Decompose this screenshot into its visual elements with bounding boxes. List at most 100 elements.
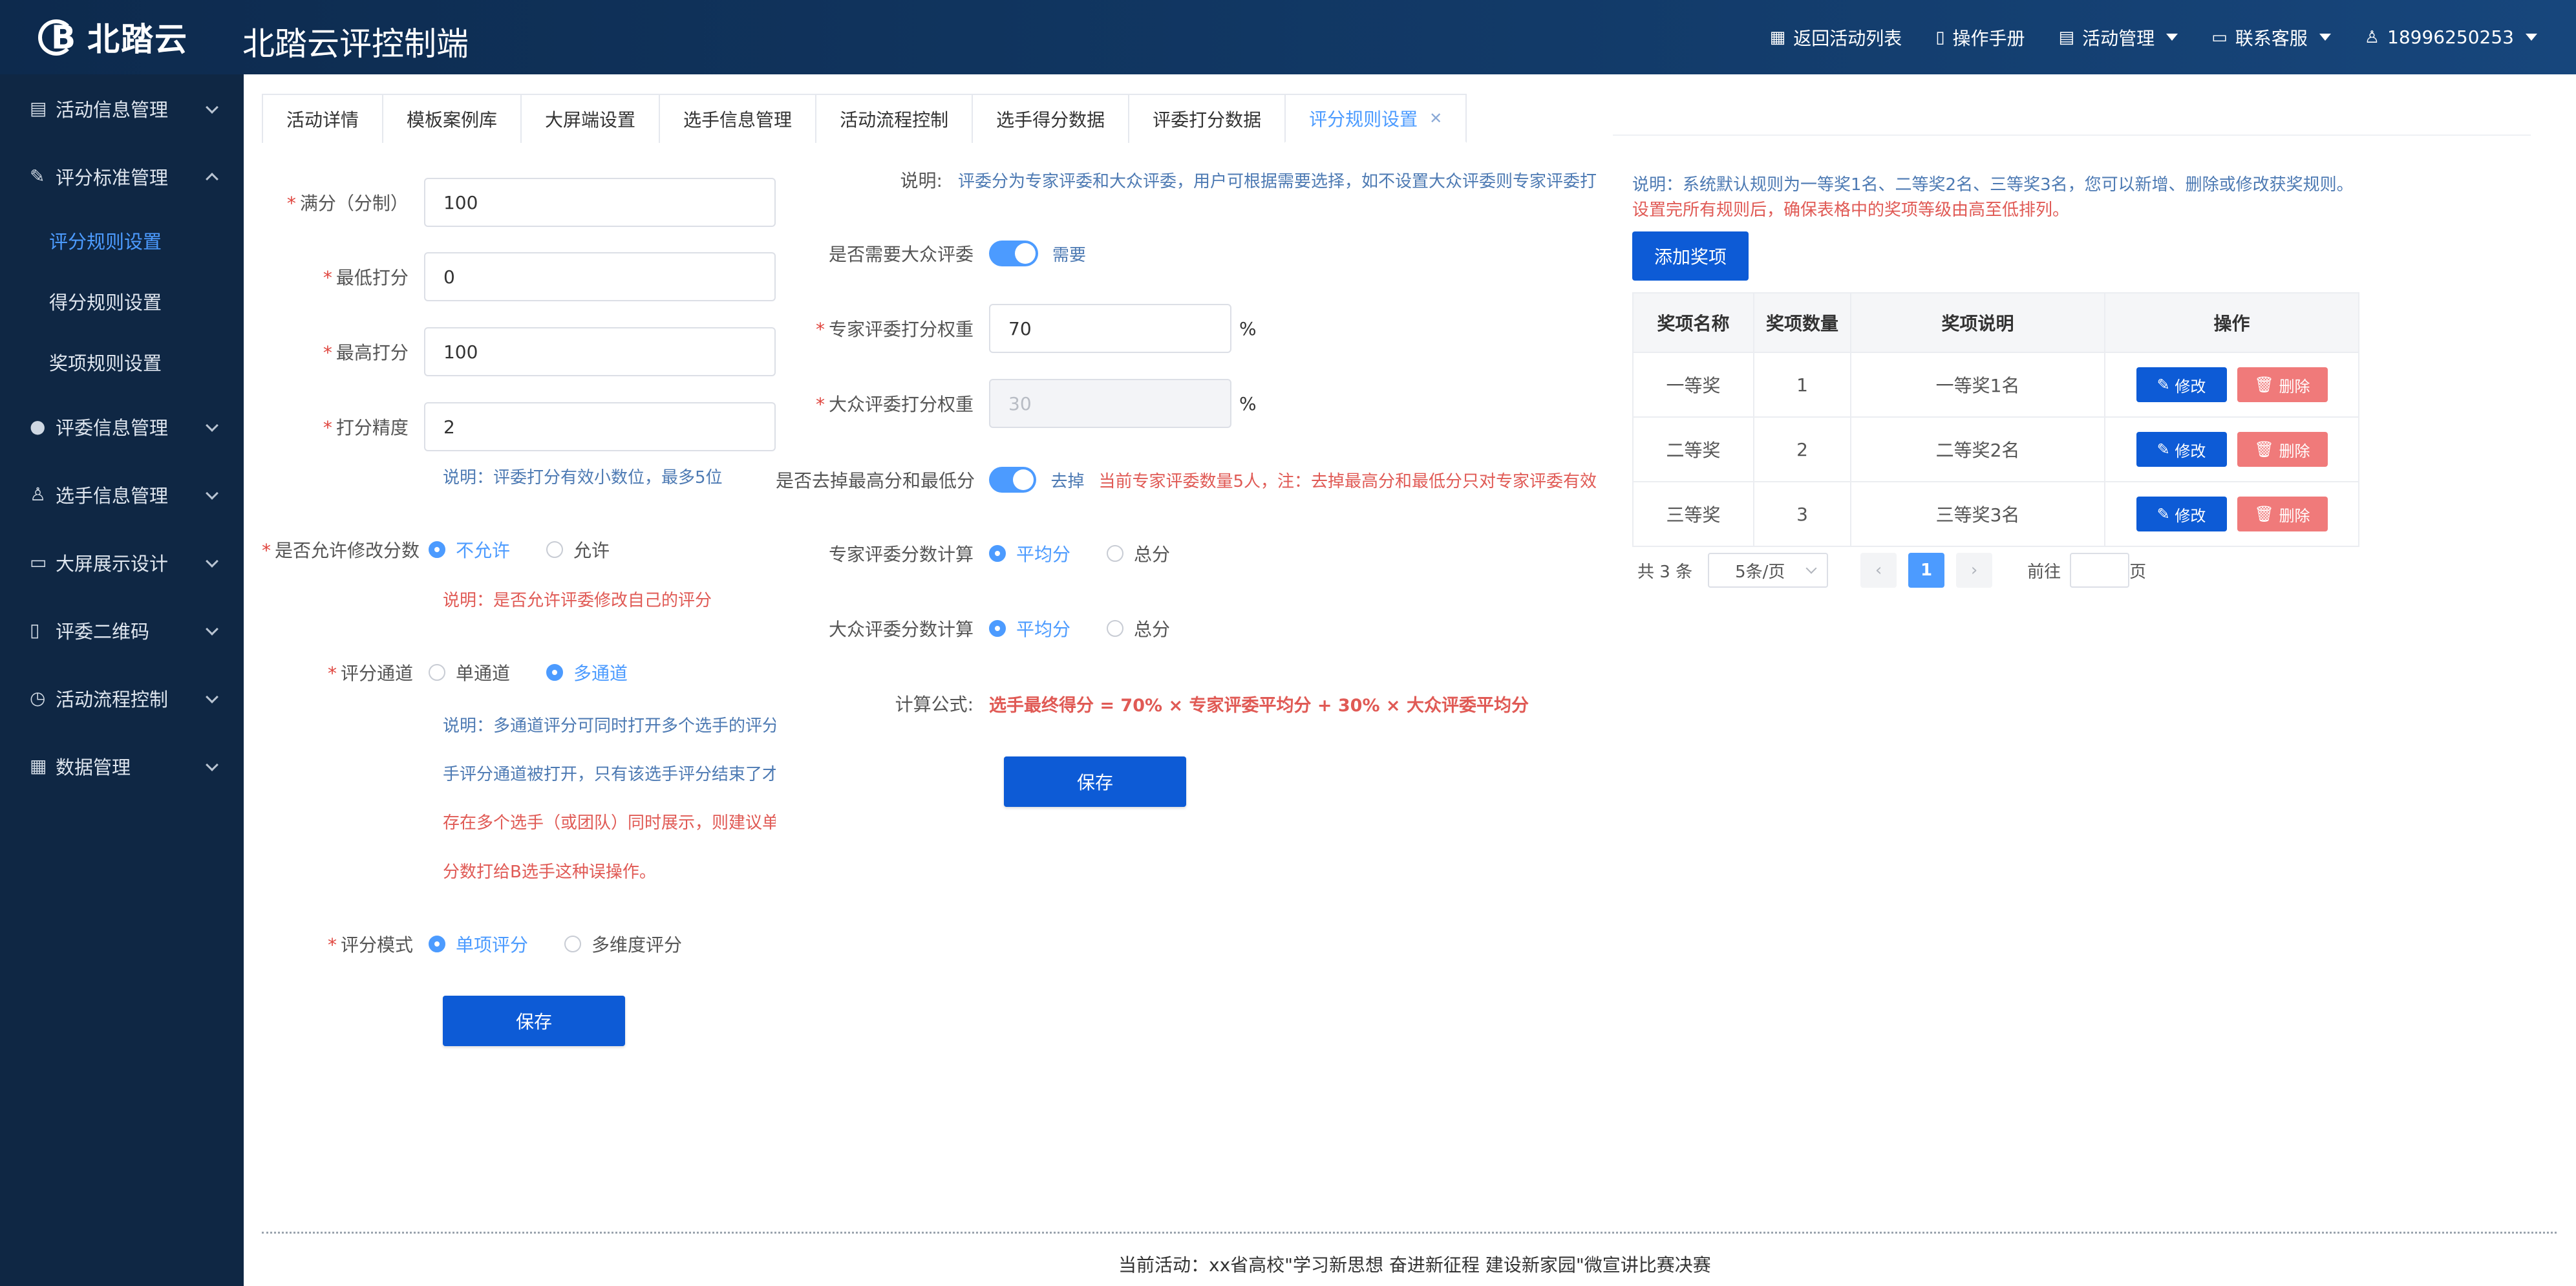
save-judge-settings-button[interactable]: 保存 bbox=[1004, 756, 1186, 807]
tab-template-library[interactable]: 模板案例库 bbox=[382, 94, 522, 143]
add-prize-button[interactable]: 添加奖项 bbox=[1632, 231, 1749, 281]
sidebar-subitem-score-rules[interactable]: 评分规则设置 bbox=[0, 210, 244, 271]
radio-disallow-edit[interactable]: 不允许 bbox=[429, 537, 510, 563]
edit-icon: ✎ bbox=[2156, 505, 2175, 523]
sidebar-item-label: 评委信息管理 bbox=[56, 416, 169, 439]
tab-score-rules[interactable]: 评分规则设置 ✕ bbox=[1284, 94, 1467, 143]
tab-player-info[interactable]: 选手信息管理 bbox=[659, 94, 817, 143]
save-score-settings-button[interactable]: 保存 bbox=[443, 996, 625, 1046]
alarm-icon: ◷ bbox=[30, 687, 46, 709]
expert-weight-input[interactable]: 70 bbox=[989, 304, 1231, 353]
remove-extremes-toggle[interactable] bbox=[989, 467, 1037, 493]
chevron-down-icon bbox=[206, 419, 218, 432]
sidebar-item-score-standard[interactable]: ✎ 评分标准管理 bbox=[0, 142, 244, 210]
chevron-down-icon bbox=[206, 691, 218, 703]
sidebar-item-data-manage[interactable]: ▦ 数据管理 bbox=[0, 732, 244, 800]
sidebar-subitem-points-rules[interactable]: 得分规则设置 bbox=[0, 271, 244, 332]
prize-rules-panel: 说明：系统默认规则为一等奖1名、二等奖2名、三等奖3名，您可以新增、删除或修改获… bbox=[1632, 168, 2537, 621]
logo[interactable]: B 北踏云 bbox=[36, 14, 188, 59]
chevron-right-icon: › bbox=[1970, 561, 1978, 580]
chevron-down-icon bbox=[206, 555, 218, 568]
sidebar-item-judge-info[interactable]: ● 评委信息管理 bbox=[0, 392, 244, 460]
prize-count: 3 bbox=[1753, 481, 1851, 547]
radio-public-total[interactable]: 总分 bbox=[1107, 616, 1170, 641]
sidebar-item-activity-info[interactable]: ▤ 活动信息管理 bbox=[0, 74, 244, 142]
full-score-input[interactable]: 100 bbox=[423, 178, 776, 227]
radio-expert-average[interactable]: 平均分 bbox=[989, 541, 1070, 566]
formula-text: 选手最终得分 = 70% × 专家评委平均分 + 30% × 大众评委平均分 bbox=[989, 695, 1529, 716]
next-page-button[interactable]: › bbox=[1956, 553, 1993, 588]
prize-desc: 三等奖3名 bbox=[1850, 481, 2105, 547]
need-public-toggle[interactable] bbox=[989, 241, 1038, 266]
edit-button[interactable]: ✎ 修改 bbox=[2136, 367, 2227, 402]
min-score-label: * 最低打分 bbox=[323, 267, 409, 288]
expert-weight-label: * 专家评委打分权重 bbox=[815, 319, 974, 340]
edit-button[interactable]: ✎ 修改 bbox=[2136, 497, 2227, 531]
column-header: 奖项名称 bbox=[1632, 292, 1754, 353]
app-title: 北踏云评控制端 bbox=[242, 25, 469, 63]
nav-label: 18996250253 bbox=[2387, 27, 2514, 48]
chat-icon: ▭ bbox=[2211, 27, 2228, 47]
full-score-label: * 满分（分制） bbox=[286, 193, 409, 214]
tab-judge-scores[interactable]: 评委打分数据 bbox=[1128, 94, 1286, 143]
document-icon: ▤ bbox=[30, 98, 47, 119]
delete-button[interactable]: 🗑 删除 bbox=[2237, 497, 2328, 531]
trash-icon: 🗑 bbox=[2254, 376, 2279, 394]
sidebar-item-judge-qrcode[interactable]: ▯ 评委二维码 bbox=[0, 596, 244, 664]
edit-icon: ✎ bbox=[2156, 376, 2175, 394]
delete-button[interactable]: 🗑 删除 bbox=[2237, 367, 2328, 402]
sidebar-item-player-info[interactable]: ♙ 选手信息管理 bbox=[0, 460, 244, 528]
nav-activity-manage[interactable]: ▤ 活动管理 bbox=[2059, 25, 2178, 50]
nav-contact-support[interactable]: ▭ 联系客服 bbox=[2211, 25, 2331, 50]
expert-weight-row: * 专家评委打分权重 70 % bbox=[776, 304, 1597, 353]
edit-icon: ✎ bbox=[2156, 440, 2175, 458]
close-icon[interactable]: ✕ bbox=[1429, 109, 1442, 127]
radio-single-item-score[interactable]: 单项评分 bbox=[429, 931, 528, 957]
allow-edit-note: 说明：是否允许评委修改自己的评分 bbox=[443, 591, 712, 610]
caret-down-icon bbox=[2319, 34, 2331, 41]
page-size-select[interactable]: 5条/页 bbox=[1708, 553, 1829, 588]
sidebar-item-flow-control[interactable]: ◷ 活动流程控制 bbox=[0, 664, 244, 732]
column-header: 操作 bbox=[2104, 292, 2359, 353]
sidebar-subitem-award-rules[interactable]: 奖项规则设置 bbox=[0, 332, 244, 392]
judge-settings-form: 说明: 评委分为专家评委和大众评委，用户可根据需要选择，如不设置大众评委则专家评… bbox=[776, 162, 1597, 873]
sidebar-item-screen-design[interactable]: ▭ 大屏展示设计 bbox=[0, 528, 244, 596]
radio-public-average[interactable]: 平均分 bbox=[989, 616, 1070, 641]
sidebar-item-label: 活动信息管理 bbox=[56, 98, 169, 121]
goto-page-input[interactable] bbox=[2070, 553, 2130, 588]
sidebar: ▤ 活动信息管理 ✎ 评分标准管理 评分规则设置 得分规则设置 奖项规则设置 ●… bbox=[0, 74, 244, 1286]
nav-manual[interactable]: ▯ 操作手册 bbox=[1935, 25, 2025, 50]
monitor-icon: ▭ bbox=[30, 552, 47, 573]
allow-edit-label: * 是否允许修改分数 bbox=[262, 540, 420, 561]
tab-player-scores[interactable]: 选手得分数据 bbox=[972, 94, 1130, 143]
channel-note-line: 手评分通道被打开，只有该选手评分结束了才能 bbox=[443, 765, 776, 784]
prize-actions: ✎ 修改 🗑 删除 bbox=[2104, 481, 2359, 547]
radio-expert-total[interactable]: 总分 bbox=[1107, 541, 1170, 566]
radio-multi-channel[interactable]: 多通道 bbox=[546, 659, 628, 685]
tab-flow-control[interactable]: 活动流程控制 bbox=[815, 94, 974, 143]
description-label: 说明: bbox=[900, 170, 942, 191]
mode-row: * 评分模式 单项评分 多维度评分 bbox=[262, 931, 776, 957]
prev-page-button[interactable]: ‹ bbox=[1860, 553, 1897, 588]
pagination-total: 共 3 条 bbox=[1637, 562, 1693, 582]
nav-label: 返回活动列表 bbox=[1793, 27, 1902, 49]
tab-screen-settings[interactable]: 大屏端设置 bbox=[520, 94, 661, 143]
radio-single-channel[interactable]: 单通道 bbox=[429, 659, 510, 685]
delete-button[interactable]: 🗑 删除 bbox=[2237, 432, 2328, 467]
max-score-input[interactable]: 100 bbox=[423, 327, 776, 376]
channel-note-line: 分数打给B选手这种误操作。 bbox=[443, 863, 656, 882]
logo-icon: B bbox=[36, 14, 87, 59]
radio-multi-dimension-score[interactable]: 多维度评分 bbox=[564, 931, 682, 957]
tab-activity-detail[interactable]: 活动详情 bbox=[262, 94, 384, 143]
precision-input[interactable]: 2 bbox=[423, 402, 776, 451]
prize-name: 一等奖 bbox=[1632, 352, 1754, 418]
sidebar-item-label: 评委二维码 bbox=[56, 620, 150, 643]
page-number-current[interactable]: 1 bbox=[1908, 553, 1945, 588]
need-public-row: 是否需要大众评委 需要 bbox=[776, 241, 1597, 266]
min-score-input[interactable]: 0 bbox=[423, 252, 776, 301]
public-calc-label: 大众评委分数计算 bbox=[828, 619, 974, 640]
edit-button[interactable]: ✎ 修改 bbox=[2136, 432, 2227, 467]
nav-user-account[interactable]: ♙ 18996250253 bbox=[2365, 27, 2537, 48]
nav-back-to-list[interactable]: ▦ 返回活动列表 bbox=[1770, 25, 1902, 50]
radio-allow-edit[interactable]: 允许 bbox=[546, 537, 610, 563]
